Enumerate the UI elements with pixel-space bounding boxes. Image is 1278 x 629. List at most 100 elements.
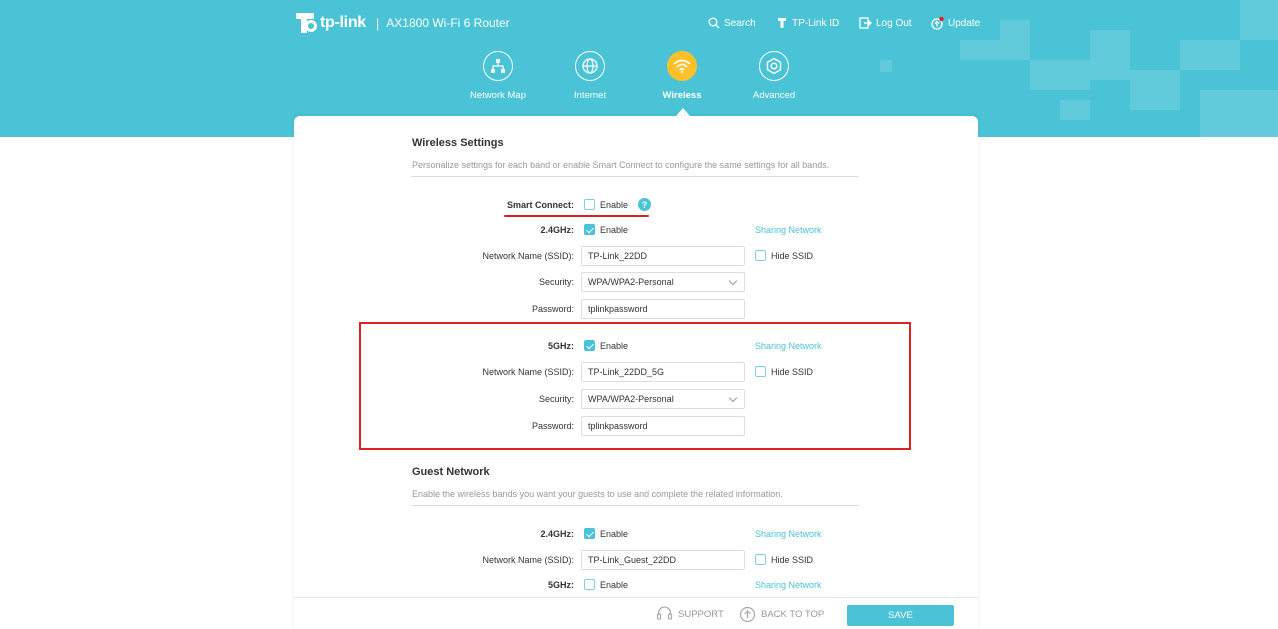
band-24-label: 2.4GHz: [540,225,574,235]
guest-band-24-ssid-value: TP-Link_Guest_22DD [588,555,677,565]
support-label: SUPPORT [678,608,724,620]
band-24-security-label: Security: [538,277,574,287]
gear-icon [759,51,789,81]
brand-logo: tp-link | AX1800 Wi-Fi 6 Router [292,11,510,35]
nav-internet[interactable]: Internet [550,51,630,101]
guest-band-24-enable-text: Enable [600,529,629,539]
guest-band-5-label: 5GHz: [547,580,574,590]
band-5-ssid-input[interactable]: TP-Link_22DD_5G [581,362,745,382]
header-decoration [1200,90,1278,137]
help-icon[interactable]: ? [638,198,651,211]
guest-network-title: Guest Network [412,466,490,478]
band-5-password-input[interactable]: tplinkpassword [581,416,745,436]
band-24-enable-text: Enable [600,225,629,235]
nav-advanced-label: Advanced [752,90,796,101]
save-button[interactable]: SAVE [847,605,954,626]
guest-band-5-enable-checkbox[interactable] [584,579,595,590]
band-5-security-label: Security: [538,394,574,404]
brand-name: tp-link [320,14,366,31]
guest-band-24-enable-checkbox[interactable] [584,528,595,539]
search-icon [708,17,720,29]
nav-wireless[interactable]: Wireless [642,51,722,101]
guest-band-24-sharing-network-link[interactable]: Sharing Network [755,529,822,539]
top-link-search[interactable]: Search [708,15,756,31]
band-24-security-value: WPA/WPA2-Personal [588,277,674,287]
active-nav-caret [676,108,690,116]
tplink-logo-icon [296,13,317,33]
header-decoration [880,60,892,72]
band-24-enable-checkbox[interactable] [584,224,595,235]
band-5-label: 5GHz: [547,341,574,351]
logout-label: Log Out [876,17,912,29]
nav-internet-label: Internet [573,90,607,101]
header-decoration [1060,100,1090,120]
top-link-update[interactable]: Update [930,15,980,31]
update-label: Update [948,17,981,29]
back-to-top-label: BACK TO TOP [761,609,825,620]
band-24-hide-ssid-checkbox[interactable] [755,250,766,261]
guest-band-24-ssid-label: Network Name (SSID): [482,555,574,565]
smart-connect-label: Smart Connect: [506,200,574,210]
tplink-id-label: TP-Link ID [792,17,840,29]
globe-icon [575,51,605,81]
wireless-settings-title: Wireless Settings [412,137,504,149]
annotation-underline [504,215,649,217]
network-map-icon [483,51,513,81]
support-button[interactable]: SUPPORT [656,606,724,622]
band-24-hide-ssid-text: Hide SSID [771,251,814,261]
header-decoration [1030,60,1090,90]
wifi-icon [667,51,697,81]
section-divider [411,505,859,506]
band-24-ssid-input[interactable]: TP-Link_22DD [581,246,745,266]
headset-icon [656,606,673,620]
band-24-ssid-label: Network Name (SSID): [482,251,574,261]
band-5-enable-checkbox[interactable] [584,340,595,351]
band-24-password-label: Password: [531,304,574,314]
back-to-top-button[interactable]: BACK TO TOP [739,606,824,623]
band-5-password-label: Password: [531,421,574,431]
top-link-tplink-id[interactable]: TP-Link ID [776,15,839,31]
band-5-ssid-value: TP-Link_22DD_5G [588,367,665,377]
header-decoration [960,40,1000,60]
arrow-up-icon [739,606,756,623]
guest-network-description: Enable the wireless bands you want your … [412,489,783,499]
band-5-security-select[interactable]: WPA/WPA2-Personal [581,389,745,409]
band-24-sharing-network-link[interactable]: Sharing Network [755,225,822,235]
brand-separator: | [375,15,380,31]
band-24-ssid-value: TP-Link_22DD [588,251,648,261]
band-24-password-input[interactable]: tplinkpassword [581,299,745,319]
footer-bar: SUPPORT BACK TO TOP SAVE [294,597,978,629]
search-label: Search [724,17,756,29]
band-5-ssid-label: Network Name (SSID): [482,367,574,377]
guest-band-24-ssid-input[interactable]: TP-Link_Guest_22DD [581,550,745,570]
wireless-settings-description: Personalize settings for each band or en… [412,160,830,170]
header-decoration [1240,0,1278,40]
guest-band-24-hide-ssid-checkbox[interactable] [755,554,766,565]
band-5-sharing-network-link[interactable]: Sharing Network [755,341,822,351]
nav-network-map[interactable]: Network Map [458,51,538,101]
nav-wireless-label: Wireless [662,90,702,101]
guest-band-24-hide-ssid-text: Hide SSID [771,555,814,565]
band-5-hide-ssid-checkbox[interactable] [755,366,766,377]
guest-band-5-enable-text: Enable [600,580,629,590]
update-icon [931,16,944,30]
tplink-id-icon [778,18,786,28]
section-divider [411,176,859,177]
band-24-password-value: tplinkpassword [588,304,648,314]
guest-band-5-sharing-network-link[interactable]: Sharing Network [755,580,822,590]
band-5-security-value: WPA/WPA2-Personal [588,394,674,404]
smart-connect-checkbox[interactable] [584,199,595,210]
band-5-enable-text: Enable [600,341,629,351]
band-24-security-select[interactable]: WPA/WPA2-Personal [581,272,745,292]
guest-band-24-label: 2.4GHz: [540,529,574,539]
nav-network-map-label: Network Map [470,90,526,101]
router-model: AX1800 Wi-Fi 6 Router [386,16,510,30]
chevron-down-icon [728,393,738,403]
header-decoration [1090,30,1130,80]
header-decoration [1000,20,1030,60]
band-5-hide-ssid-text: Hide SSID [771,367,814,377]
nav-advanced[interactable]: Advanced [734,51,814,101]
band-5-password-value: tplinkpassword [588,421,648,431]
header-decoration [1180,40,1240,70]
top-link-logout[interactable]: Log Out [859,15,912,31]
